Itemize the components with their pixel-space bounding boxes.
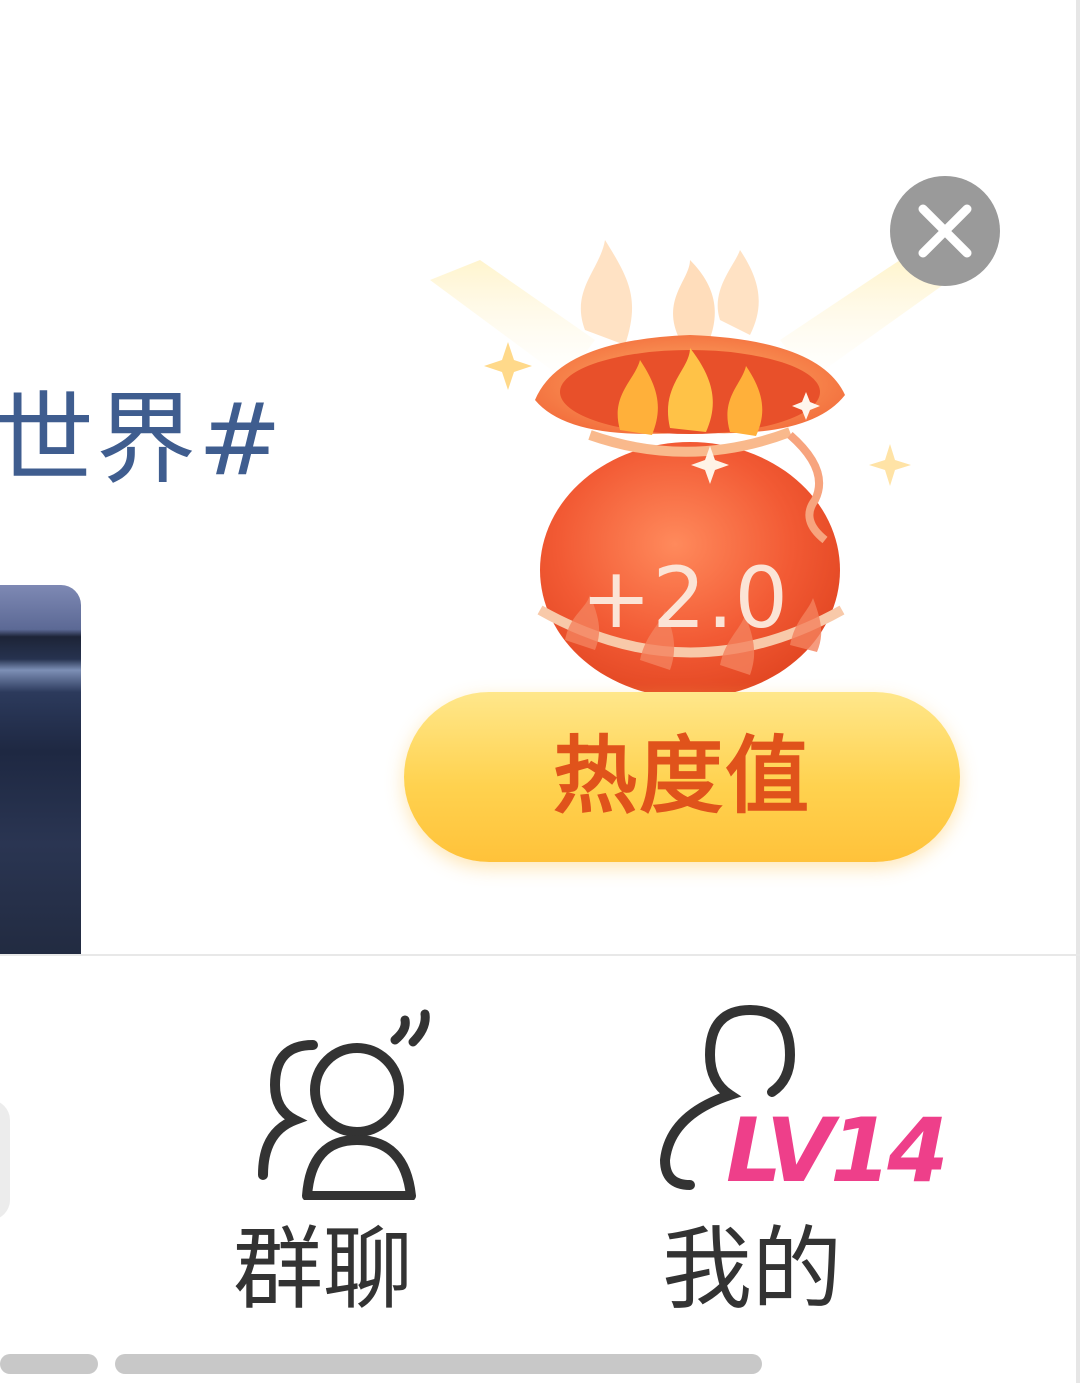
heat-value-label: 热度值 <box>552 727 811 825</box>
scroll-indicator-left <box>0 1354 98 1374</box>
close-icon <box>918 204 972 258</box>
level-badge: LV14 <box>726 1099 949 1202</box>
heat-gain-value: +2.0 <box>581 549 789 647</box>
side-handle <box>0 1100 10 1220</box>
tab-mine-label: 我的 <box>662 1217 842 1322</box>
tab-group-chat-label: 群聊 <box>233 1217 413 1322</box>
topic-title[interactable]: 世界# <box>0 380 284 500</box>
scroll-indicator-main[interactable] <box>115 1354 762 1374</box>
heat-value-button[interactable]: 热度值 <box>404 692 960 862</box>
tabbar-divider <box>0 954 1080 956</box>
close-popup-button[interactable] <box>890 176 1000 286</box>
post-thumbnail[interactable] <box>0 585 81 955</box>
tab-group-chat[interactable]: 群聊 <box>215 1000 455 1330</box>
page-edge <box>1076 0 1080 1383</box>
screen: 世界# +2.0 热度值 群聊 我的 LV14 <box>0 0 1080 1383</box>
group-chat-icon <box>258 1009 430 1200</box>
